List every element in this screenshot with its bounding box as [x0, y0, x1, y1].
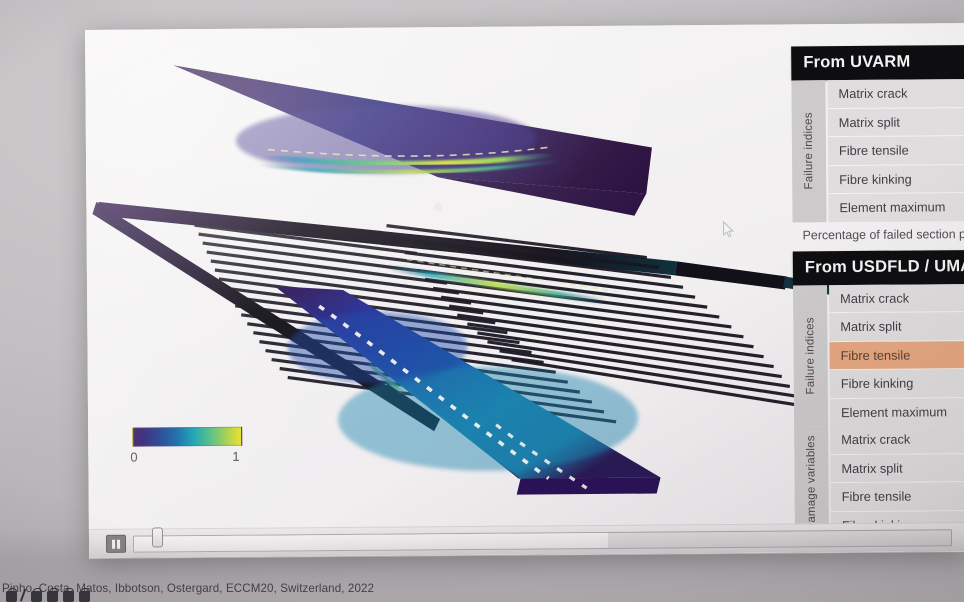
table-row[interactable]: Matrix crack	[830, 424, 964, 455]
pause-button[interactable]	[105, 534, 127, 553]
table-row[interactable]: Fibre tensile	[827, 135, 964, 166]
pause-icon-bar-right	[117, 539, 121, 549]
group-label-failure-indices: Failure indices	[791, 80, 827, 222]
colorbar-max-label: 1	[232, 448, 240, 464]
tray-icon-2[interactable]	[31, 588, 42, 602]
tray-icon-4[interactable]	[63, 588, 74, 602]
colorbar-ticks: 0 1	[130, 448, 248, 468]
failure-criteria-tables: From UVARM Failure indices Matrix crack …	[791, 44, 964, 530]
group-label-text: Failure indices	[804, 316, 817, 395]
table-row-selected[interactable]: Fibre tensile	[829, 340, 964, 371]
table-rows-usdfld-failure-indices: Matrix crack Matrix split Fibre tensile …	[829, 283, 964, 427]
table-block-usdfld-umat: From USDFLD / UMA Failure indices Matrix…	[792, 249, 964, 530]
presentation-screen: 0 1 From UVARM Failure indices Matrix cr…	[85, 23, 964, 558]
table-row[interactable]: Matrix crack	[827, 78, 964, 109]
table-body-uvarm: Failure indices Matrix crack Matrix spli…	[791, 78, 964, 222]
colorbar-legend: 0 1	[130, 426, 292, 468]
animation-scrubber[interactable]	[132, 526, 953, 553]
pause-icon-bar-left	[112, 539, 116, 549]
taskbar-tray-icons	[6, 588, 90, 602]
table-row[interactable]: Matrix split	[829, 311, 964, 342]
group-label-text: Damage variables	[805, 434, 818, 530]
group-label-text: Failure indices	[802, 112, 816, 190]
scrubber-progress-fill	[133, 532, 608, 552]
table-row[interactable]: Matrix split	[827, 107, 964, 138]
table-note-uvarm: Percentage of failed section po	[802, 226, 964, 242]
tray-icon-slash	[19, 588, 29, 602]
table-block-uvarm: From UVARM Failure indices Matrix crack …	[791, 44, 964, 249]
table-row[interactable]: Element maximum	[829, 397, 964, 427]
group-label-damage-variables: Damage variables	[794, 426, 830, 530]
group-label-failure-indices-2: Failure indices	[793, 284, 829, 427]
tray-icon-3[interactable]	[47, 588, 58, 602]
table-row[interactable]: Matrix split	[830, 453, 964, 484]
scrubber-handle[interactable]	[151, 526, 164, 547]
lower-skin-panel	[275, 286, 661, 495]
table-row[interactable]: Fibre kinking	[828, 164, 964, 195]
table-header-usdfld-umat: From USDFLD / UMA	[792, 249, 964, 285]
table-header-uvarm: From UVARM	[791, 44, 964, 81]
colorbar-min-label: 0	[130, 449, 138, 465]
colorbar-gradient	[132, 426, 243, 447]
table-body-usdfld-failure-indices: Failure indices Matrix crack Matrix spli…	[793, 283, 964, 427]
upper-skin-panel	[173, 65, 652, 216]
tray-icon-1[interactable]	[6, 588, 17, 602]
screenshot-root: 0 1 From UVARM Failure indices Matrix cr…	[0, 0, 964, 602]
slide-surface: 0 1 From UVARM Failure indices Matrix cr…	[85, 23, 964, 558]
table-row[interactable]: Fibre kinking	[829, 368, 964, 399]
hotspot-marker	[434, 203, 443, 212]
table-rows-uvarm-failure-indices: Matrix crack Matrix split Fibre tensile …	[827, 78, 964, 222]
table-row[interactable]: Fibre tensile	[830, 481, 964, 512]
table-rows-usdfld-damage-variables: Matrix crack Matrix split Fibre tensile …	[830, 424, 964, 530]
table-row[interactable]: Matrix crack	[829, 283, 964, 314]
table-row[interactable]: Element maximum	[828, 192, 964, 222]
tray-icon-5[interactable]	[79, 588, 90, 602]
table-body-usdfld-damage-variables: Damage variables Matrix crack Matrix spl…	[794, 424, 964, 530]
fea-visualization: 0 1 From UVARM Failure indices Matrix cr…	[85, 23, 964, 530]
